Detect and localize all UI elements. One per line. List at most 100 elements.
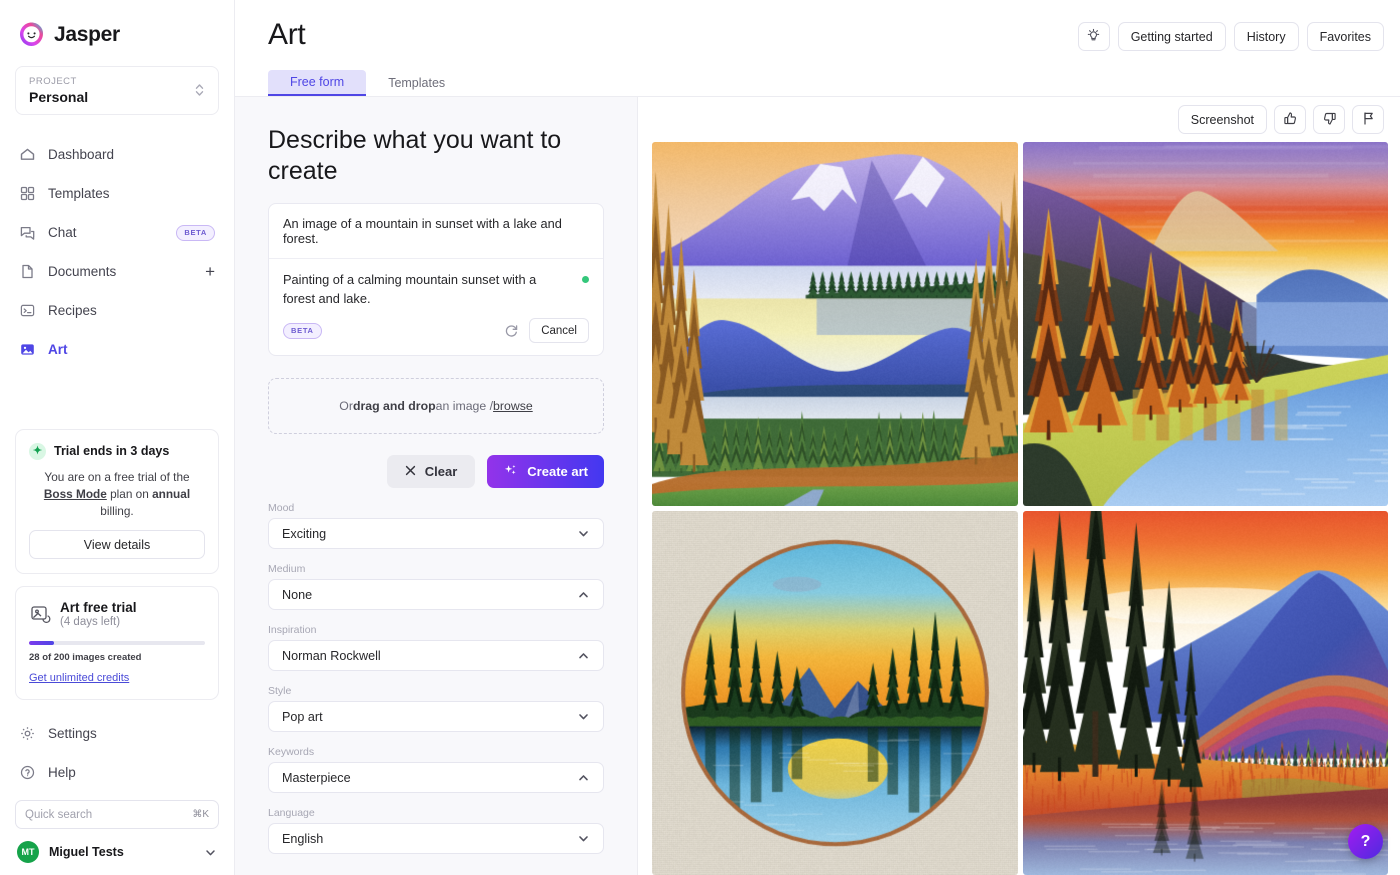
user-menu[interactable]: MT Miguel Tests <box>15 829 219 875</box>
content: Describe what you want to create An imag… <box>235 96 1400 875</box>
get-unlimited-credits-link[interactable]: Get unlimited credits <box>29 672 129 684</box>
tab-templates[interactable]: Templates <box>366 70 467 96</box>
form-actions: Clear Create art <box>268 455 604 488</box>
tab-free-form[interactable]: Free form <box>268 70 366 96</box>
art-result-1[interactable] <box>652 142 1018 506</box>
brand[interactable]: Jasper <box>15 0 219 48</box>
sidebar-item-label: Dashboard <box>48 147 215 162</box>
project-label: PROJECT <box>29 76 88 87</box>
history-button[interactable]: History <box>1234 22 1299 51</box>
results-toolbar: Screenshot <box>638 97 1400 142</box>
chevron-down-icon <box>204 846 217 859</box>
sidebar-item-dashboard[interactable]: Dashboard <box>15 135 219 174</box>
refresh-icon[interactable] <box>504 323 519 338</box>
sidebar-item-chat[interactable]: Chat BETA <box>15 213 219 252</box>
getting-started-button[interactable]: Getting started <box>1118 22 1226 51</box>
sidebar-item-recipes[interactable]: Recipes <box>15 291 219 330</box>
chevron-updown-icon <box>194 82 205 100</box>
chevron-up-icon <box>577 771 590 784</box>
page-title: Art <box>268 18 467 52</box>
art-result-3[interactable] <box>652 511 1018 875</box>
lightbulb-icon <box>1086 28 1101 46</box>
style-select[interactable]: Pop art <box>268 701 604 732</box>
thumbs-down-button[interactable] <box>1313 105 1345 134</box>
field-label: Mood <box>268 502 604 514</box>
flag-icon <box>1361 111 1376 129</box>
sidebar-item-templates[interactable]: Templates <box>15 174 219 213</box>
create-art-button[interactable]: Create art <box>487 455 604 488</box>
field-language: Language English <box>268 807 604 854</box>
sidebar-item-documents[interactable]: Documents + <box>15 252 219 291</box>
favorites-button[interactable]: Favorites <box>1307 22 1384 51</box>
field-keywords: Keywords Masterpiece <box>268 746 604 793</box>
search-input[interactable] <box>25 809 192 821</box>
describe-heading: Describe what you want to create <box>268 125 604 186</box>
inspiration-select[interactable]: Norman Rockwell <box>268 640 604 671</box>
art-result-2[interactable] <box>1023 142 1389 506</box>
trial-plan-name: Boss Mode <box>44 487 107 501</box>
thumbs-down-icon <box>1322 111 1337 129</box>
mood-value: Exciting <box>282 527 326 541</box>
clear-button[interactable]: Clear <box>387 455 476 488</box>
create-art-label: Create art <box>527 464 588 479</box>
grid-icon <box>19 185 36 202</box>
field-label: Medium <box>268 563 604 575</box>
flag-button[interactable] <box>1352 105 1384 134</box>
suggestion-text: Painting of a calming mountain sunset wi… <box>283 271 589 308</box>
art-trial-title: Art free trial <box>60 600 137 615</box>
sidebar-item-label: Documents <box>48 264 193 279</box>
trial-desc-part2: plan on <box>107 487 152 501</box>
sidebar-item-label: Help <box>48 765 215 780</box>
sidebar-item-help[interactable]: Help <box>15 753 219 792</box>
field-label: Inspiration <box>268 624 604 636</box>
dropzone-prefix: Or <box>339 399 353 413</box>
cancel-button[interactable]: Cancel <box>529 318 589 343</box>
prompt-input[interactable]: An image of a mountain in sunset with a … <box>269 204 603 259</box>
trial-billing: annual <box>152 487 190 501</box>
field-label: Language <box>268 807 604 819</box>
browse-link[interactable]: browse <box>493 399 533 413</box>
language-select[interactable]: English <box>268 823 604 854</box>
screenshot-button[interactable]: Screenshot <box>1178 105 1267 134</box>
medium-value: None <box>282 588 312 602</box>
view-details-button[interactable]: View details <box>29 530 205 559</box>
field-style: Style Pop art <box>268 685 604 732</box>
thumbs-up-button[interactable] <box>1274 105 1306 134</box>
chevron-down-icon <box>577 832 590 845</box>
add-document-button[interactable]: + <box>205 263 215 280</box>
sidebar-item-art[interactable]: Art <box>15 330 219 369</box>
sidebar-item-label: Settings <box>48 726 215 741</box>
topbar: Art Free form Templates Getting started … <box>235 0 1400 96</box>
medium-select[interactable]: None <box>268 579 604 610</box>
keywords-select[interactable]: Masterpiece <box>268 762 604 793</box>
sidebar-item-label: Recipes <box>48 303 215 318</box>
main-area: Art Free form Templates Getting started … <box>235 0 1400 875</box>
language-value: English <box>282 832 323 846</box>
field-medium: Medium None <box>268 563 604 610</box>
project-selector[interactable]: PROJECT Personal <box>15 66 219 115</box>
quick-search[interactable]: ⌘K <box>15 800 219 829</box>
mood-select[interactable]: Exciting <box>268 518 604 549</box>
home-icon <box>19 146 36 163</box>
trial-description: You are on a free trial of the Boss Mode… <box>29 469 205 520</box>
app-root: Jasper PROJECT Personal Dashboard Templa… <box>0 0 1400 875</box>
tabs: Free form Templates <box>268 70 467 96</box>
sidebar-item-label: Templates <box>48 186 215 201</box>
top-actions: Getting started History Favorites <box>1078 18 1384 51</box>
art-result-4[interactable] <box>1023 511 1389 875</box>
trial-desc-part1: You are on a free trial of the <box>44 470 189 484</box>
credits-progress-text: 28 of 200 images created <box>29 652 205 663</box>
help-fab-button[interactable]: ? <box>1348 824 1383 859</box>
clear-label: Clear <box>425 464 458 479</box>
field-inspiration: Inspiration Norman Rockwell <box>268 624 604 671</box>
brand-name: Jasper <box>54 23 120 47</box>
sidebar-bottom-nav: Settings Help ⌘K MT Miguel Tests <box>15 714 219 875</box>
tips-button[interactable] <box>1078 22 1110 51</box>
status-dot-icon <box>582 276 589 283</box>
image-frame-icon <box>29 602 51 624</box>
chevron-up-icon <box>577 588 590 601</box>
chevron-down-icon <box>577 527 590 540</box>
sidebar-item-settings[interactable]: Settings <box>15 714 219 753</box>
image-dropzone[interactable]: Or drag and drop an image / browse <box>268 378 604 434</box>
sidebar-item-label: Chat <box>48 225 164 240</box>
